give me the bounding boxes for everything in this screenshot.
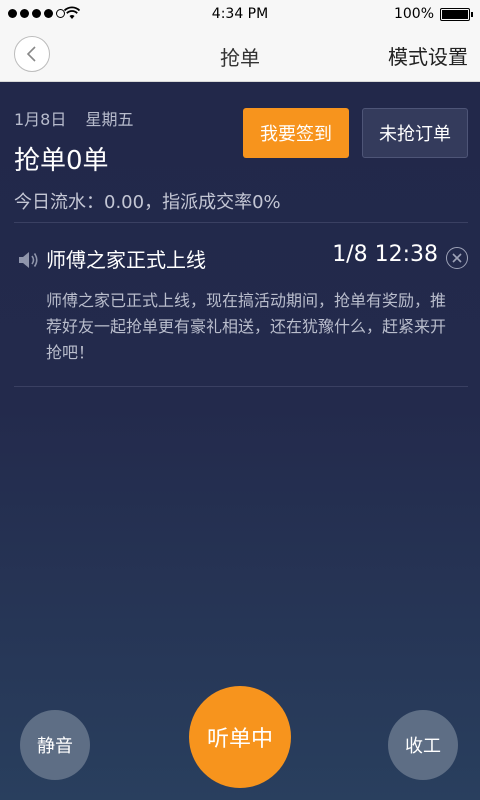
- speaker-icon: [19, 252, 38, 268]
- status-bar: 4:34 PM 100%: [0, 0, 480, 28]
- date-row: 1月8日 星期五: [14, 106, 133, 130]
- date-text: 1月8日: [14, 110, 67, 129]
- notice-title: 师傅之家正式上线: [46, 248, 206, 272]
- main-content: 1月8日 星期五 我要签到 未抢订单 抢单0单 今日流水：0.00，指派成交率0…: [0, 82, 480, 800]
- mode-settings-button[interactable]: 模式设置: [388, 41, 468, 70]
- listen-orders-button[interactable]: 听单中: [189, 686, 291, 788]
- notice-time: 1/8 12:38: [332, 242, 438, 267]
- battery-percentage: 100%: [393, 6, 434, 22]
- divider: [14, 386, 468, 387]
- close-icon: [452, 253, 462, 263]
- checkin-button[interactable]: 我要签到: [243, 108, 349, 158]
- weekday-text: 星期五: [85, 110, 134, 129]
- notice-body: 师傅之家已正式上线，现在搞活动期间，抢单有奖励，推荐好友一起抢单更有豪礼相送，还…: [46, 291, 447, 362]
- battery-icon: [440, 8, 473, 21]
- nav-bar: 抢单 模式设置: [0, 28, 480, 82]
- today-stats: 今日流水：0.00，指派成交率0%: [14, 192, 281, 213]
- ungrabbed-orders-button[interactable]: 未抢订单: [362, 108, 468, 158]
- mute-button[interactable]: 静音: [20, 710, 90, 780]
- close-notice-button[interactable]: [446, 247, 468, 269]
- divider: [14, 222, 468, 223]
- grab-count: 抢单0单: [14, 146, 109, 176]
- finish-work-button[interactable]: 收工: [388, 710, 458, 780]
